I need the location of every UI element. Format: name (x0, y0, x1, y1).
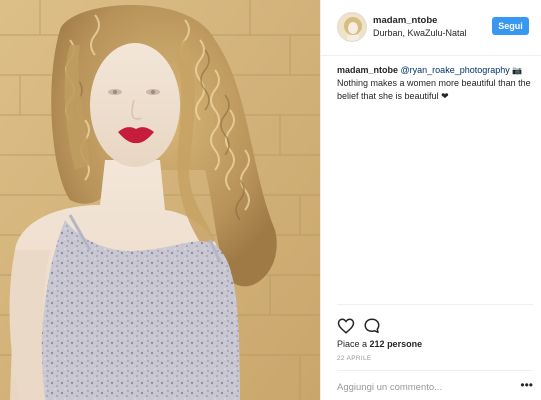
speech-bubble-icon[interactable] (363, 317, 381, 335)
post-username[interactable]: madam_ntobe (373, 15, 437, 26)
portrait-image (0, 0, 320, 400)
follow-button[interactable]: Segui (492, 17, 529, 35)
likes-count[interactable]: Piace a 212 persone (337, 339, 422, 349)
likes-prefix: Piace a (337, 339, 368, 349)
likes-people[interactable]: 212 persone (370, 339, 423, 349)
avatar-image (338, 13, 366, 41)
comment-row: ••• (337, 370, 533, 400)
caption-text: Nothing makes a women more beautiful tha… (337, 78, 531, 101)
avatar[interactable] (337, 12, 367, 42)
post-caption: madam_ntobe @ryan_roake_photography 📷 No… (337, 64, 533, 103)
post-date: 22 APRILE (337, 355, 372, 362)
comment-input[interactable] (337, 379, 507, 395)
post-actions: Piace a 212 persone 22 APRILE ••• (337, 304, 533, 400)
more-options-icon[interactable]: ••• (520, 379, 533, 391)
caption-mention[interactable]: @ryan_roake_photography (401, 65, 510, 75)
post-location[interactable]: Durban, KwaZulu-Natal (373, 28, 467, 38)
post-header: madam_ntobe Durban, KwaZulu-Natal Segui (321, 0, 541, 56)
post-photo[interactable] (0, 0, 320, 400)
caption-username[interactable]: madam_ntobe (337, 65, 398, 75)
camera-icon: 📷 (512, 66, 523, 75)
instagram-post-modal: madam_ntobe Durban, KwaZulu-Natal Segui … (0, 0, 541, 400)
heart-emoji-icon: ❤ (441, 91, 449, 101)
heart-outline-icon[interactable] (337, 317, 355, 335)
post-side-panel: madam_ntobe Durban, KwaZulu-Natal Segui … (320, 0, 541, 400)
